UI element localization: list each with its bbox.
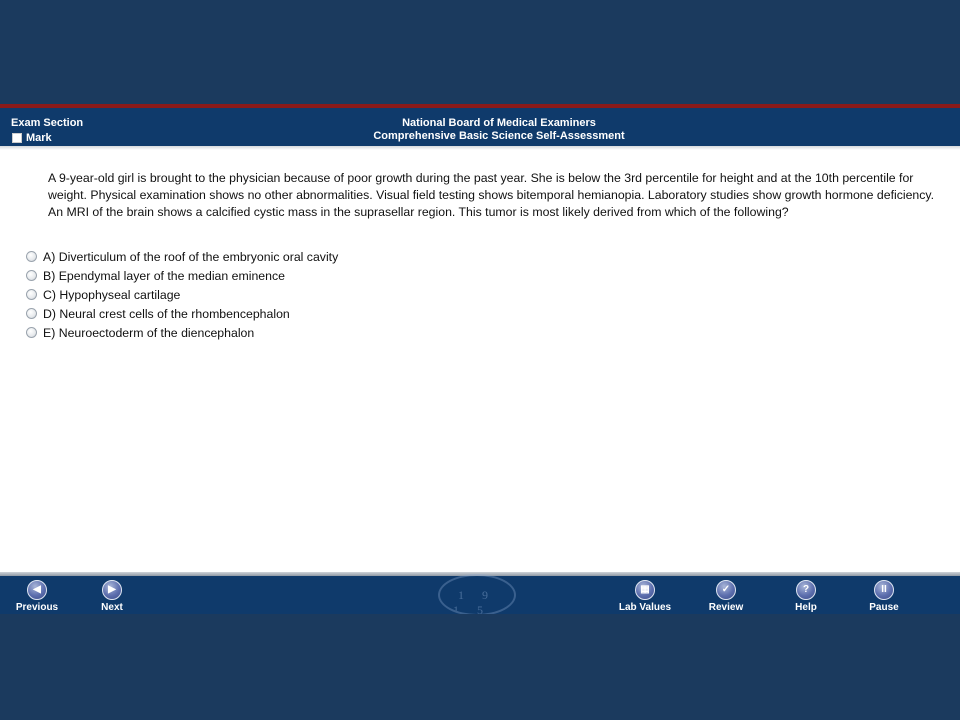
pause-icon[interactable]: II xyxy=(874,580,894,600)
chevron-left-icon[interactable]: ◀ xyxy=(27,580,47,600)
seal-year: 19 15 xyxy=(453,588,506,616)
lab-values-button[interactable]: ▦ Lab Values xyxy=(615,580,675,613)
pause-label: Pause xyxy=(869,602,899,613)
answer-label-a: A) Diverticulum of the roof of the embry… xyxy=(43,249,339,264)
previous-button[interactable]: ◀ Previous xyxy=(7,580,67,613)
previous-label: Previous xyxy=(15,602,59,613)
question-stem: A 9-year-old girl is brought to the phys… xyxy=(48,171,935,219)
question-panel: A 9-year-old girl is brought to the phys… xyxy=(0,150,960,572)
answer-label-b: B) Ependymal layer of the median eminenc… xyxy=(43,268,285,283)
help-button[interactable]: ? Help xyxy=(776,580,836,613)
top-backdrop xyxy=(0,0,960,104)
answer-option-b[interactable]: B) Ependymal layer of the median eminenc… xyxy=(26,266,338,285)
pause-button[interactable]: II Pause xyxy=(854,580,914,613)
next-button[interactable]: ▶ Next xyxy=(82,580,142,613)
lab-values-icon[interactable]: ▦ xyxy=(635,580,655,600)
answer-option-e[interactable]: E) Neuroectoderm of the diencephalon xyxy=(26,323,338,342)
radio-button-c[interactable] xyxy=(26,289,37,300)
checkmark-icon[interactable]: ✓ xyxy=(716,580,736,600)
answer-option-d[interactable]: D) Neural crest cells of the rhombenceph… xyxy=(26,304,338,323)
radio-button-b[interactable] xyxy=(26,270,37,281)
question-icon[interactable]: ? xyxy=(796,580,816,600)
lab-values-label: Lab Values xyxy=(618,602,672,613)
bottom-backdrop xyxy=(0,614,960,720)
exam-header: Exam Section Mark National Board of Medi… xyxy=(0,104,960,146)
page-subtitle: Comprehensive Basic Science Self-Assessm… xyxy=(373,130,625,142)
navigation-bar: 19 15 ◀ Previous ▶ Next ▦ Lab Values ✓ R… xyxy=(0,574,960,616)
next-label: Next xyxy=(101,602,123,613)
chevron-right-icon[interactable]: ▶ xyxy=(102,580,122,600)
answer-label-d: D) Neural crest cells of the rhombenceph… xyxy=(43,306,290,321)
nbme-seal-logo: 19 15 xyxy=(438,574,516,616)
radio-button-a[interactable] xyxy=(26,251,37,262)
help-label: Help xyxy=(795,602,817,613)
answer-list: A) Diverticulum of the roof of the embry… xyxy=(26,247,338,342)
review-button[interactable]: ✓ Review xyxy=(696,580,756,613)
answer-option-c[interactable]: C) Hypophyseal cartilage xyxy=(26,285,338,304)
review-label: Review xyxy=(708,602,744,613)
answer-label-e: E) Neuroectoderm of the diencephalon xyxy=(43,325,255,340)
page-title: National Board of Medical Examiners xyxy=(402,117,596,129)
answer-label-c: C) Hypophyseal cartilage xyxy=(43,287,181,302)
answer-option-a[interactable]: A) Diverticulum of the roof of the embry… xyxy=(26,247,338,266)
radio-button-d[interactable] xyxy=(26,308,37,319)
radio-button-e[interactable] xyxy=(26,327,37,338)
